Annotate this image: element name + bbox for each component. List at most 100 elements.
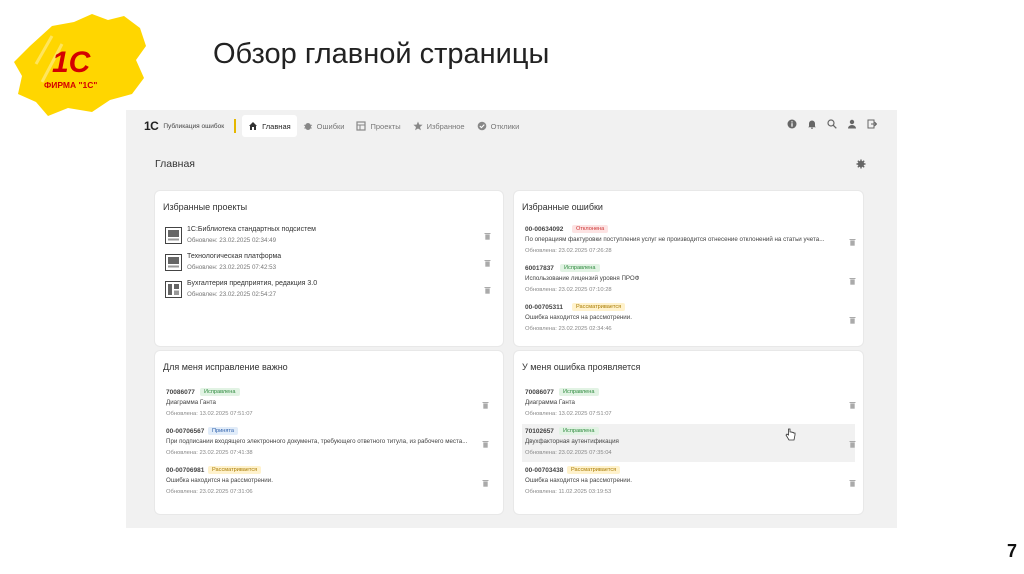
error-description: Диаграмма Ганта xyxy=(525,399,575,406)
status-badge: Исправлена xyxy=(200,388,240,396)
error-updated: Обновлена: 13.02.2025 07:51:07 xyxy=(525,411,612,417)
project-item[interactable]: 1С:Библиотека стандартных подсистем Обно… xyxy=(165,225,491,247)
error-description: Использование лицензий уровня ПРОФ xyxy=(525,275,640,282)
nav-responses[interactable]: Отклики xyxy=(471,115,526,137)
error-id: 00-00703438 xyxy=(525,467,564,474)
svg-text:ФИРМА "1С": ФИРМА "1С" xyxy=(44,80,97,90)
hand-cursor-icon xyxy=(785,428,796,441)
nav-favorites[interactable]: Избранное xyxy=(407,115,471,137)
error-item[interactable]: 00-00706567 Принята При подписании входя… xyxy=(163,424,496,462)
app-brand[interactable]: 1С Публикация ошибок xyxy=(144,119,237,133)
project-name: Технологическая платформа xyxy=(187,253,282,260)
status-badge: Исправлена xyxy=(559,388,599,396)
error-description: Двухфакторная аутентификация xyxy=(525,438,619,445)
error-appears-card: У меня ошибка проявляется 70086077 Испра… xyxy=(514,351,863,514)
user-icon[interactable] xyxy=(847,119,857,129)
search-icon[interactable] xyxy=(827,119,837,129)
error-id: 00-00706981 xyxy=(166,467,205,474)
svg-text:1С: 1С xyxy=(52,46,92,79)
brand-mark: 1С xyxy=(144,119,159,133)
favorite-projects-card: Избранные проекты 1С:Библиотека стандарт… xyxy=(155,191,503,346)
info-icon[interactable] xyxy=(787,119,797,129)
trash-icon[interactable] xyxy=(849,277,856,285)
error-updated: Обновлена: 13.02.2025 07:51:07 xyxy=(166,411,253,417)
error-updated: Обновлена: 23.02.2025 07:41:38 xyxy=(166,450,253,456)
error-item[interactable]: 60017837 Исправлена Использование лиценз… xyxy=(522,261,856,299)
star-icon xyxy=(412,121,423,131)
top-navigation: 1С Публикация ошибок Главная Ошибки Прое… xyxy=(126,110,897,142)
nav-responses-label: Отклики xyxy=(490,121,520,131)
trash-icon[interactable] xyxy=(484,232,491,240)
logout-icon[interactable] xyxy=(867,119,877,129)
project-icon xyxy=(165,254,182,271)
nav-home[interactable]: Главная xyxy=(242,115,297,137)
error-description: Ошибка находится на рассмотрении. xyxy=(166,477,273,484)
trash-icon[interactable] xyxy=(849,401,856,409)
nav-home-label: Главная xyxy=(262,121,291,131)
project-item[interactable]: Технологическая платформа Обновлен: 23.0… xyxy=(165,252,491,274)
status-badge: Рассматривается xyxy=(567,466,621,474)
trash-icon[interactable] xyxy=(482,440,489,448)
project-updated: Обновлен: 23.02.2025 02:34:49 xyxy=(187,237,277,244)
gear-icon[interactable] xyxy=(856,159,866,169)
trash-icon[interactable] xyxy=(849,440,856,448)
error-item-hovered[interactable]: 70102657 Исправлена Двухфакторная аутент… xyxy=(522,424,856,462)
page-heading: Главная xyxy=(155,158,195,170)
trash-icon[interactable] xyxy=(482,401,489,409)
check-circle-icon xyxy=(477,121,486,131)
brand-text: Публикация ошибок xyxy=(163,122,225,130)
error-updated: Обновлена: 23.02.2025 07:10:28 xyxy=(525,287,612,293)
top-right-icons xyxy=(787,119,877,129)
trash-icon[interactable] xyxy=(849,316,856,324)
project-name: Бухгалтерия предприятия, редакция 3.0 xyxy=(187,280,318,287)
error-description: Ошибка находится на рассмотрении. xyxy=(525,314,632,321)
project-name: 1С:Библиотека стандартных подсистем xyxy=(187,226,316,233)
error-id: 70086077 xyxy=(525,389,554,396)
error-id: 70102657 xyxy=(525,428,554,435)
error-updated: Обновлена: 23.02.2025 07:31:06 xyxy=(166,489,253,495)
status-badge: Отклонена xyxy=(572,225,609,233)
trash-icon[interactable] xyxy=(482,479,489,487)
status-badge: Принята xyxy=(208,427,238,435)
card-title: Избранные ошибки xyxy=(522,202,603,212)
project-updated: Обновлен: 23.02.2025 07:42:53 xyxy=(187,264,277,271)
status-badge: Исправлена xyxy=(560,264,600,272)
error-item[interactable]: 70086077 Исправлена Диаграмма Ганта Обно… xyxy=(163,385,496,423)
firma-1c-logo: 1С ФИРМА "1С" xyxy=(12,12,148,116)
trash-icon[interactable] xyxy=(849,479,856,487)
error-id: 00-00634092 xyxy=(525,226,564,233)
nav-errors[interactable]: Ошибки xyxy=(297,115,351,137)
error-item[interactable]: 00-00634092 Отклонена По операциям факту… xyxy=(522,222,856,260)
error-id: 70086077 xyxy=(166,389,195,396)
error-updated: Обновлена: 23.02.2025 02:34:46 xyxy=(525,326,612,332)
error-item[interactable]: 00-00703438 Рассматривается Ошибка наход… xyxy=(522,463,856,501)
error-description: По операциям фактуровки поступления услу… xyxy=(525,236,825,243)
home-icon xyxy=(249,122,258,130)
project-icon xyxy=(165,227,182,244)
nav-favorites-label: Избранное xyxy=(426,121,465,131)
error-item[interactable]: 00-00706981 Рассматривается Ошибка наход… xyxy=(163,463,496,501)
error-id: 00-00705311 xyxy=(525,304,563,311)
project-icon xyxy=(165,281,182,298)
nav-projects-label: Проекты xyxy=(370,121,401,131)
nav-errors-label: Ошибки xyxy=(316,121,345,131)
card-title: Избранные проекты xyxy=(163,202,248,212)
error-description: При подписании входящего электронного до… xyxy=(166,438,468,445)
bell-icon[interactable] xyxy=(807,119,817,129)
card-title: У меня ошибка проявляется xyxy=(522,362,641,372)
error-item[interactable]: 00-00705311 Рассматривается Ошибка наход… xyxy=(522,300,856,338)
project-updated: Обновлен: 23.02.2025 02:54:27 xyxy=(187,291,277,298)
error-updated: Обновлена: 11.02.2025 03:19:53 xyxy=(525,489,612,495)
slide-title: Обзор главной страницы xyxy=(213,38,550,70)
status-badge: Исправлена xyxy=(559,427,599,435)
error-updated: Обновлена: 23.02.2025 07:26:28 xyxy=(525,248,612,254)
trash-icon[interactable] xyxy=(849,238,856,246)
brand-separator xyxy=(234,119,237,133)
nav-projects[interactable]: Проекты xyxy=(350,115,406,137)
trash-icon[interactable] xyxy=(484,286,491,294)
page-number: 7 xyxy=(1006,541,1017,561)
error-item[interactable]: 70086077 Исправлена Диаграмма Ганта Обно… xyxy=(522,385,856,423)
trash-icon[interactable] xyxy=(484,259,491,267)
error-id: 60017837 xyxy=(525,265,554,272)
project-item[interactable]: Бухгалтерия предприятия, редакция 3.0 Об… xyxy=(165,279,491,301)
